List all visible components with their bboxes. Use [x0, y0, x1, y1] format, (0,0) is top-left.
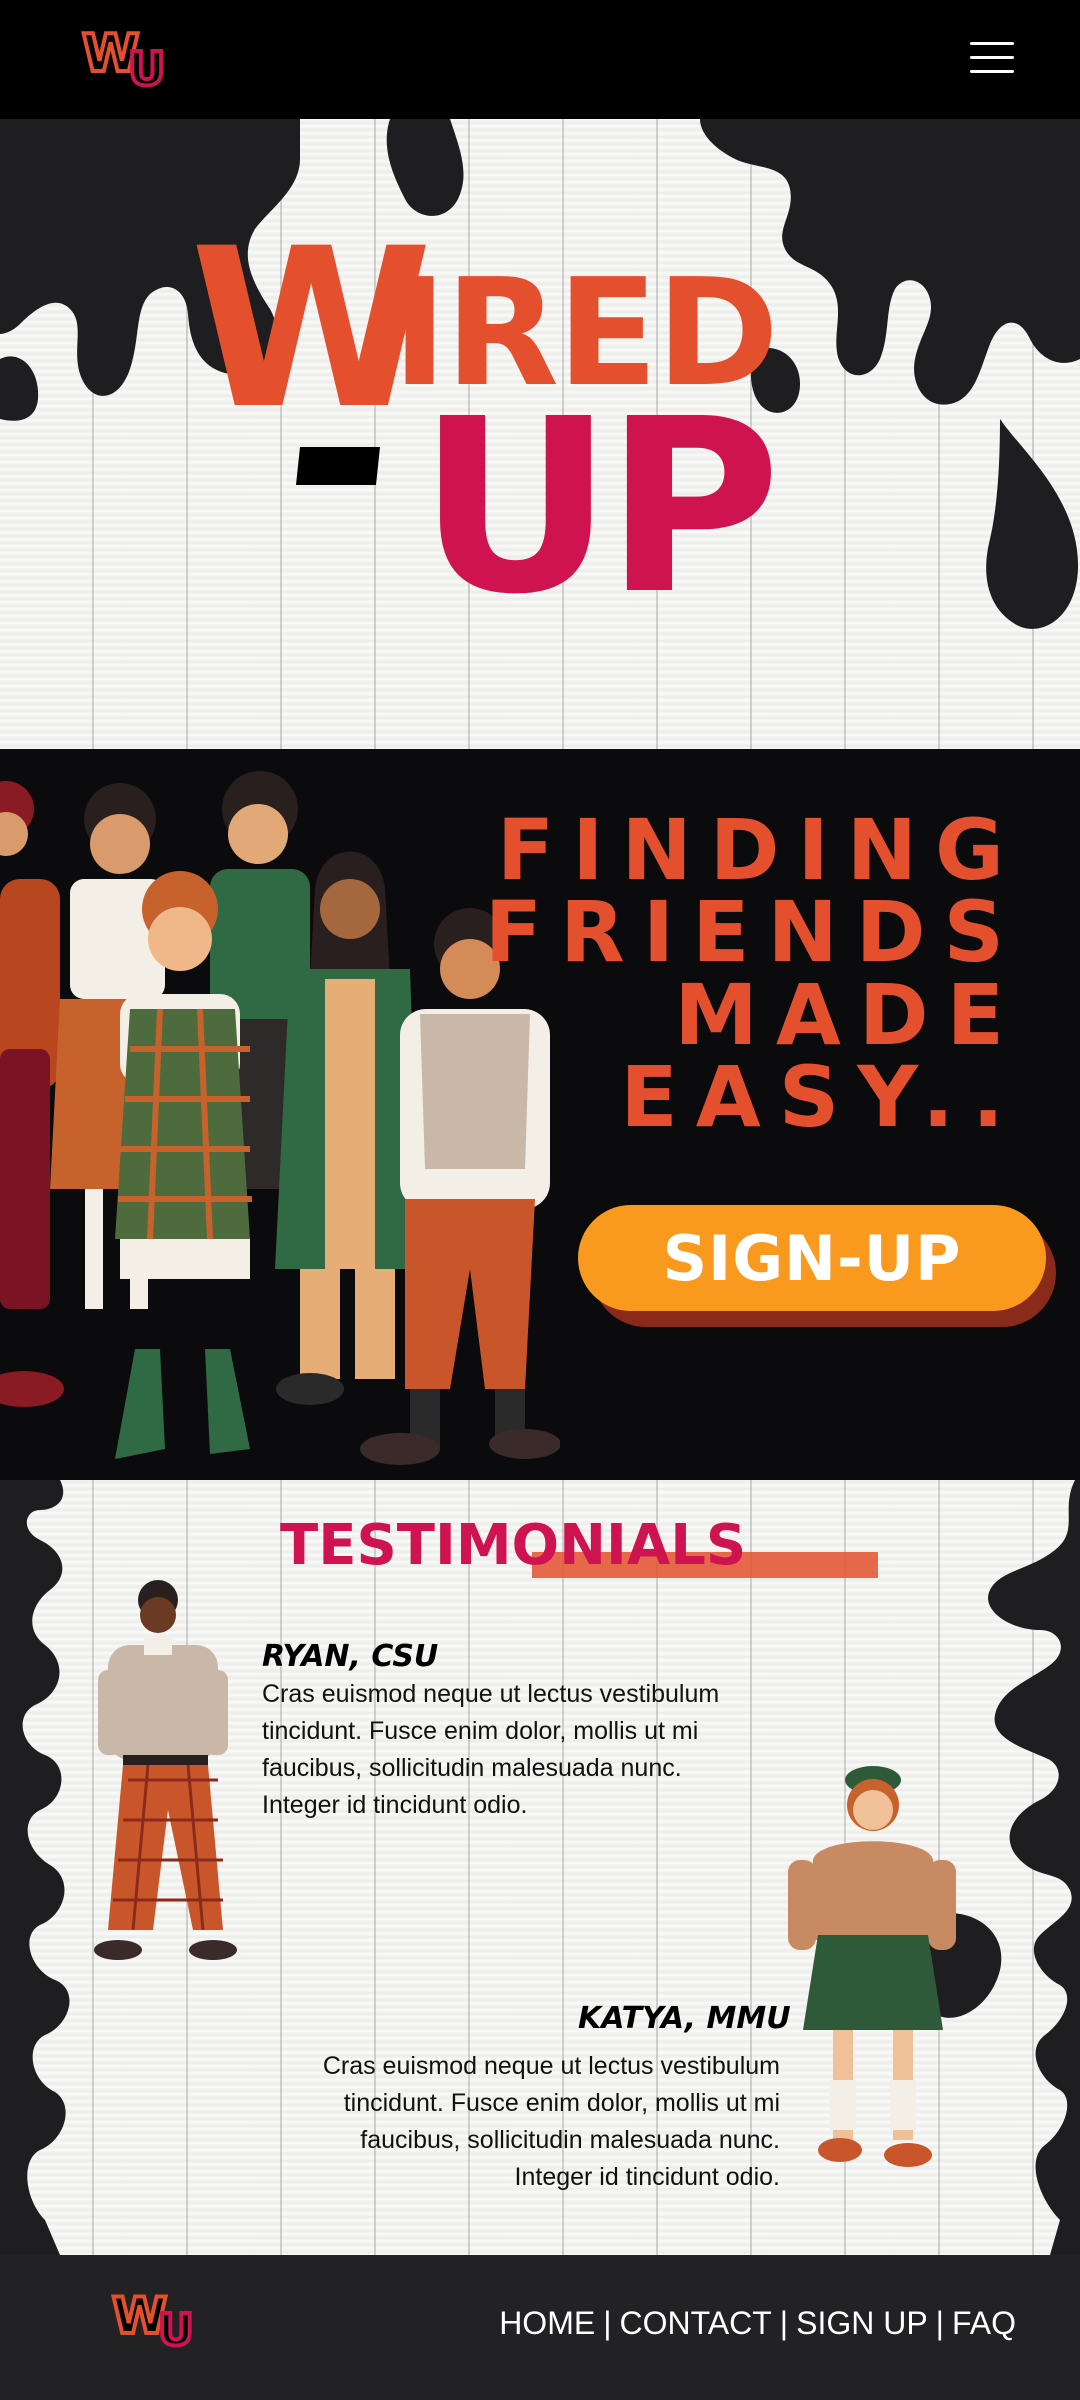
footer-nav: HOME | CONTACT | SIGN UP | FAQ — [499, 2305, 1016, 2342]
testimonial-line: tincidunt. Fusce enim dolor, mollis ut m… — [343, 2089, 780, 2117]
nav-separator: | — [935, 2305, 944, 2341]
person-left-edge — [0, 781, 64, 1407]
promo-section: FINDING FRIENDS MADE EASY.. SIGN-UP — [0, 749, 1080, 1480]
testimonial-text: Cras euismod neque ut lectus vestibulum … — [258, 2048, 780, 2196]
footer: W U HOME | CONTACT | SIGN UP | FAQ — [0, 2255, 1080, 2400]
signup-button[interactable]: SIGN-UP — [578, 1205, 1046, 1311]
footer-link-contact[interactable]: CONTACT — [620, 2305, 772, 2341]
testimonial-line: tincidunt. Fusce enim dolor, mollis ut m… — [262, 1717, 699, 1745]
top-header: W U — [0, 0, 1080, 119]
testimonial-line: faucibus, sollicitudin malesuada nunc. — [262, 1754, 682, 1782]
nav-separator: | — [779, 2305, 789, 2341]
hero-title-dash — [296, 447, 380, 485]
footer-link-home[interactable]: HOME — [499, 2305, 595, 2341]
footer-link-faq[interactable]: FAQ — [952, 2305, 1016, 2341]
ryan-illustration — [94, 1580, 237, 1960]
testimonial-line: Cras euismod neque ut lectus vestibulum — [262, 1680, 720, 1708]
tagline-line: EASY.. — [620, 1047, 1022, 1146]
nav-separator: | — [603, 2305, 612, 2341]
tagline-line: FRIENDS — [484, 883, 1022, 982]
testimonial-line: Integer id tincidunt odio. — [262, 1791, 528, 1819]
tagline-line: FINDING — [496, 801, 1022, 899]
logo-letter-u: U — [156, 2305, 196, 2356]
hero-title-up: UP — [418, 367, 781, 647]
testimonials-section: TESTIMONIALS RYAN, CSU Cras euismod nequ… — [0, 1480, 1080, 2255]
testimonial-name: RYAN, CSU — [262, 1639, 439, 1674]
tagline-line: MADE — [674, 965, 1022, 1064]
friends-group-illustration — [0, 771, 560, 1465]
testimonial-name: KATYA, MMU — [578, 2001, 791, 2036]
footer-logo[interactable]: W U — [110, 2289, 212, 2361]
testimonial-line: faucibus, sollicitudin malesuada nunc. — [360, 2126, 780, 2154]
katya-illustration — [788, 1766, 956, 2167]
testimonials-title: TESTIMONIALS — [280, 1513, 747, 1578]
tagline-text: FINDING FRIENDS MADE EASY.. — [484, 801, 1022, 1146]
wired-up-logo[interactable]: W U — [80, 26, 182, 98]
testimonial-line: Cras euismod neque ut lectus vestibulum — [322, 2052, 780, 2080]
testimonial-text: Cras euismod neque ut lectus vestibulum … — [262, 1676, 782, 1824]
testimonial-line: Integer id tincidunt odio. — [514, 2163, 780, 2191]
logo-letter-u: U — [126, 42, 167, 96]
hero-banner: W IRED UP — [0, 119, 1080, 749]
hamburger-menu-icon[interactable] — [970, 38, 1016, 78]
footer-link-signup[interactable]: SIGN UP — [796, 2305, 928, 2341]
